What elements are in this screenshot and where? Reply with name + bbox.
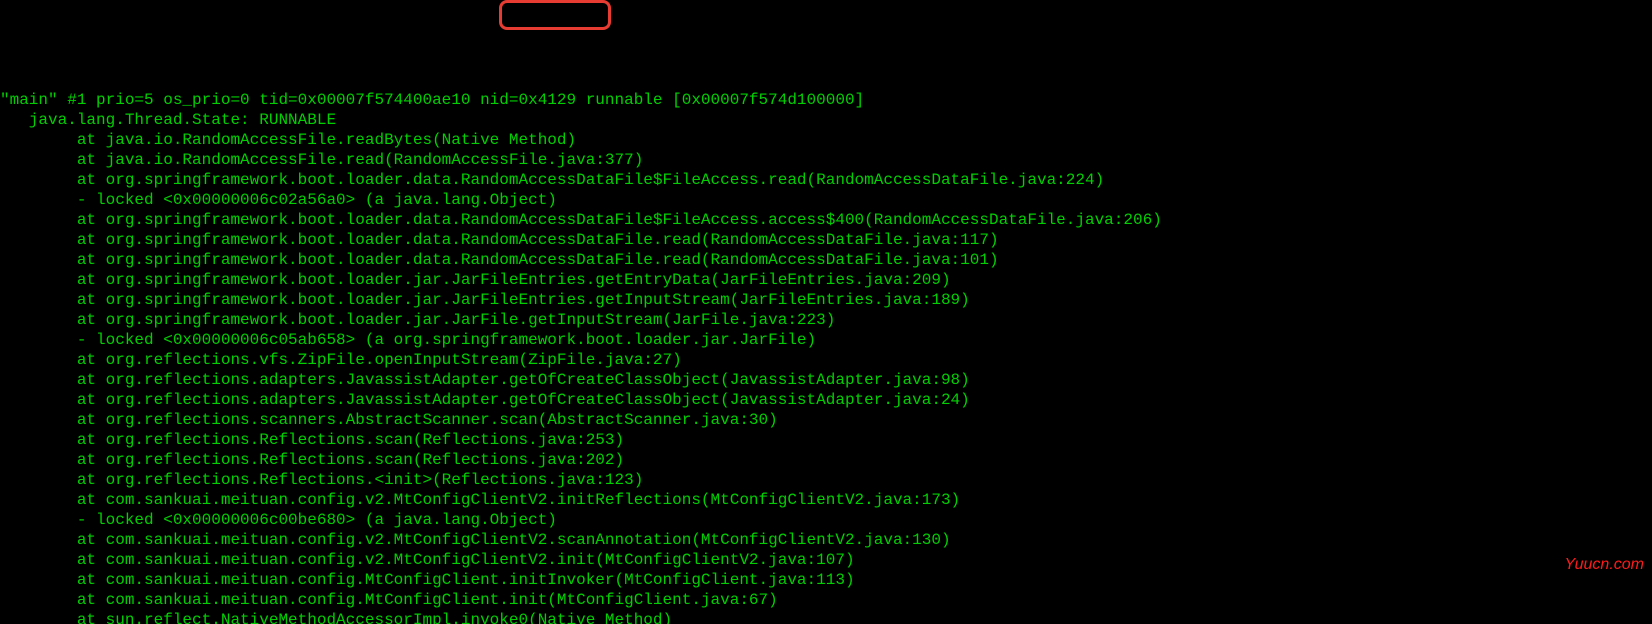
stack-trace-line: at org.reflections.vfs.ZipFile.openInput… xyxy=(0,350,1652,370)
stack-trace-line: - locked <0x00000006c02a56a0> (a java.la… xyxy=(0,190,1652,210)
stack-trace-line: at org.springframework.boot.loader.data.… xyxy=(0,250,1652,270)
stack-trace-line: at com.sankuai.meituan.config.v2.MtConfi… xyxy=(0,530,1652,550)
stack-trace-line: at org.springframework.boot.loader.jar.J… xyxy=(0,270,1652,290)
stack-trace-line: at org.springframework.boot.loader.data.… xyxy=(0,170,1652,190)
stack-trace-line: - locked <0x00000006c00be680> (a java.la… xyxy=(0,510,1652,530)
stack-trace-line: at sun.reflect.NativeMethodAccessorImpl.… xyxy=(0,610,1652,624)
watermark: Yuucn.com xyxy=(1565,556,1644,574)
terminal-output: "main" #1 prio=5 os_prio=0 tid=0x00007f5… xyxy=(0,90,1652,624)
stack-trace-line: at org.reflections.scanners.AbstractScan… xyxy=(0,410,1652,430)
stack-trace-line: at org.reflections.Reflections.scan(Refl… xyxy=(0,450,1652,470)
stack-trace-line: at org.reflections.adapters.JavassistAda… xyxy=(0,390,1652,410)
nid-highlight-box xyxy=(499,0,611,30)
stack-trace-line: at org.reflections.adapters.JavassistAda… xyxy=(0,370,1652,390)
stack-trace-line: at java.io.RandomAccessFile.read(RandomA… xyxy=(0,150,1652,170)
stack-trace-line: at org.springframework.boot.loader.data.… xyxy=(0,230,1652,250)
stack-trace-line: at org.springframework.boot.loader.jar.J… xyxy=(0,310,1652,330)
stack-trace-line: at com.sankuai.meituan.config.v2.MtConfi… xyxy=(0,550,1652,570)
stack-trace-line: "main" #1 prio=5 os_prio=0 tid=0x00007f5… xyxy=(0,90,1652,110)
stack-trace-line: at com.sankuai.meituan.config.MtConfigCl… xyxy=(0,590,1652,610)
stack-trace-line: at com.sankuai.meituan.config.v2.MtConfi… xyxy=(0,490,1652,510)
stack-trace-line: at java.io.RandomAccessFile.readBytes(Na… xyxy=(0,130,1652,150)
stack-trace-line: at org.reflections.Reflections.<init>(Re… xyxy=(0,470,1652,490)
stack-trace-line: at org.reflections.Reflections.scan(Refl… xyxy=(0,430,1652,450)
stack-trace-line: at org.springframework.boot.loader.jar.J… xyxy=(0,290,1652,310)
stack-trace-line: at org.springframework.boot.loader.data.… xyxy=(0,210,1652,230)
stack-trace-line: java.lang.Thread.State: RUNNABLE xyxy=(0,110,1652,130)
stack-trace-line: at com.sankuai.meituan.config.MtConfigCl… xyxy=(0,570,1652,590)
stack-trace-line: - locked <0x00000006c05ab658> (a org.spr… xyxy=(0,330,1652,350)
